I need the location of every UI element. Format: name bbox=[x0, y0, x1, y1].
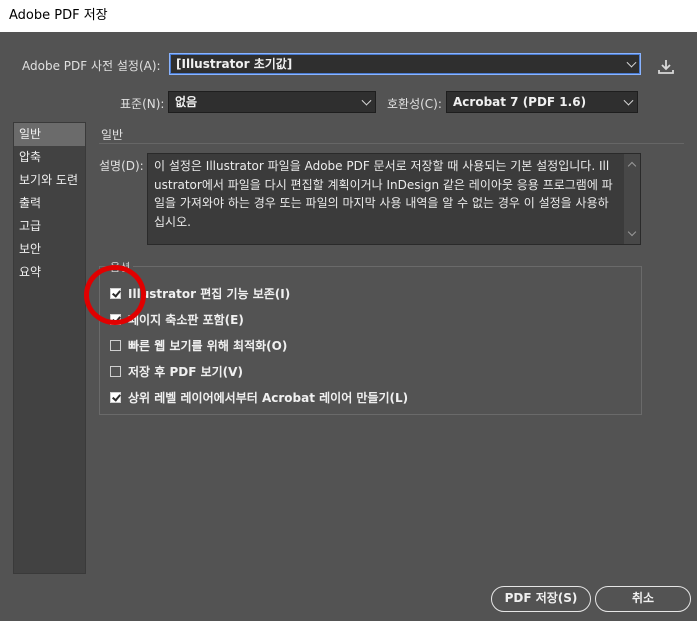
checkbox-unchecked-icon[interactable] bbox=[110, 339, 121, 351]
scroll-up-icon[interactable] bbox=[627, 161, 637, 171]
chevron-down-icon bbox=[623, 95, 634, 106]
chevron-down-icon bbox=[626, 57, 637, 68]
sidebar-item-advanced[interactable]: 고급 bbox=[14, 215, 85, 238]
window-title: Adobe PDF 저장 bbox=[0, 0, 697, 32]
option-embed-thumbnails[interactable]: 페이지 축소판 포함(E) bbox=[110, 310, 244, 328]
option-create-acrobat-layers[interactable]: 상위 레벨 레이어에서부터 Acrobat 레이어 만들기(L) bbox=[110, 388, 408, 406]
option-label: Illustrator 편집 기능 보존(I) bbox=[128, 286, 291, 301]
standard-label: 표준(N): bbox=[120, 97, 165, 111]
sidebar-item-summary[interactable]: 요약 bbox=[14, 261, 85, 284]
section-title: 일반 bbox=[101, 128, 124, 142]
option-label: 상위 레벨 레이어에서부터 Acrobat 레이어 만들기(L) bbox=[128, 390, 409, 405]
description-label: 설명(D): bbox=[99, 159, 144, 173]
description-textarea[interactable]: 이 설정은 Illustrator 파일을 Adobe PDF 문서로 저장할 … bbox=[147, 153, 641, 245]
preset-dropdown[interactable]: [Illustrator 초기값] bbox=[169, 53, 641, 75]
sidebar-item-general[interactable]: 일반 bbox=[14, 123, 85, 146]
section-divider bbox=[99, 143, 684, 144]
chevron-down-icon bbox=[361, 95, 372, 106]
checkbox-checked-icon[interactable] bbox=[110, 391, 121, 403]
sidebar-item-compression[interactable]: 압축 bbox=[14, 146, 85, 169]
option-label: 빠른 웹 보기를 위해 최적화(O) bbox=[128, 338, 288, 353]
compat-value: Acrobat 7 (PDF 1.6) bbox=[453, 95, 587, 109]
compat-dropdown[interactable]: Acrobat 7 (PDF 1.6) bbox=[446, 91, 638, 113]
checkbox-unchecked-icon[interactable] bbox=[110, 365, 121, 377]
sidebar-item-output[interactable]: 출력 bbox=[14, 192, 85, 215]
options-title: 옵션 bbox=[107, 259, 134, 275]
sidebar-item-security[interactable]: 보안 bbox=[14, 238, 85, 261]
sidebar-item-marks-bleeds[interactable]: 보기와 도련 bbox=[14, 169, 85, 192]
save-preset-icon[interactable] bbox=[656, 58, 676, 76]
option-optimize-web[interactable]: 빠른 웹 보기를 위해 최적화(O) bbox=[110, 336, 287, 354]
save-pdf-button[interactable]: PDF 저장(S) bbox=[491, 586, 591, 612]
description-scrollbar[interactable] bbox=[624, 154, 640, 244]
compat-label: 호환성(C): bbox=[387, 97, 442, 111]
preset-value: [Illustrator 초기값] bbox=[176, 57, 293, 71]
checkbox-checked-icon[interactable] bbox=[110, 287, 121, 299]
standard-value: 없음 bbox=[175, 95, 198, 109]
category-sidebar: 일반 압축 보기와 도련 출력 고급 보안 요약 bbox=[13, 122, 86, 574]
checkbox-checked-icon[interactable] bbox=[110, 313, 121, 325]
standard-dropdown[interactable]: 없음 bbox=[168, 91, 376, 113]
cancel-button[interactable]: 취소 bbox=[595, 586, 691, 612]
option-label: 저장 후 PDF 보기(V) bbox=[128, 364, 243, 379]
scroll-down-icon[interactable] bbox=[627, 227, 637, 237]
option-label: 페이지 축소판 포함(E) bbox=[128, 312, 244, 327]
preset-label: Adobe PDF 사전 설정(A): bbox=[22, 59, 161, 73]
option-preserve-editing[interactable]: Illustrator 편집 기능 보존(I) bbox=[110, 284, 290, 302]
option-view-after-save[interactable]: 저장 후 PDF 보기(V) bbox=[110, 362, 243, 380]
description-text: 이 설정은 Illustrator 파일을 Adobe PDF 문서로 저장할 … bbox=[154, 159, 613, 229]
